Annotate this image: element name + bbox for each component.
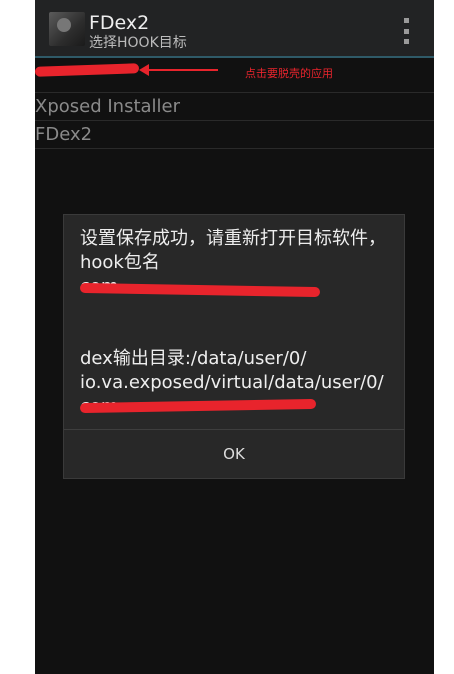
list-item-fdex2[interactable]: FDex2 <box>35 122 434 149</box>
list-item-label: FDex2 <box>35 124 93 145</box>
overflow-menu-icon[interactable] <box>404 18 410 44</box>
app-title: FDex2 <box>89 12 150 34</box>
arrow-left-icon <box>139 64 218 76</box>
app-icon[interactable] <box>49 12 85 46</box>
alert-dialog: 设置保存成功，请重新打开目标软件，hook包名 com. dex输出目录:/da… <box>63 214 405 479</box>
ok-button[interactable]: OK <box>64 430 404 478</box>
list-item-label: Xposed Installer <box>35 96 181 117</box>
dialog-message: 设置保存成功，请重新打开目标软件，hook包名 com. dex输出目录:/da… <box>80 228 386 417</box>
list-item-xposed-installer[interactable]: Xposed Installer <box>35 94 434 121</box>
action-bar: FDex2 选择HOOK目标 <box>35 0 434 58</box>
app-subtitle: 选择HOOK目标 <box>89 35 187 51</box>
annotation-text: 点击要脱壳的应用 <box>245 67 333 80</box>
